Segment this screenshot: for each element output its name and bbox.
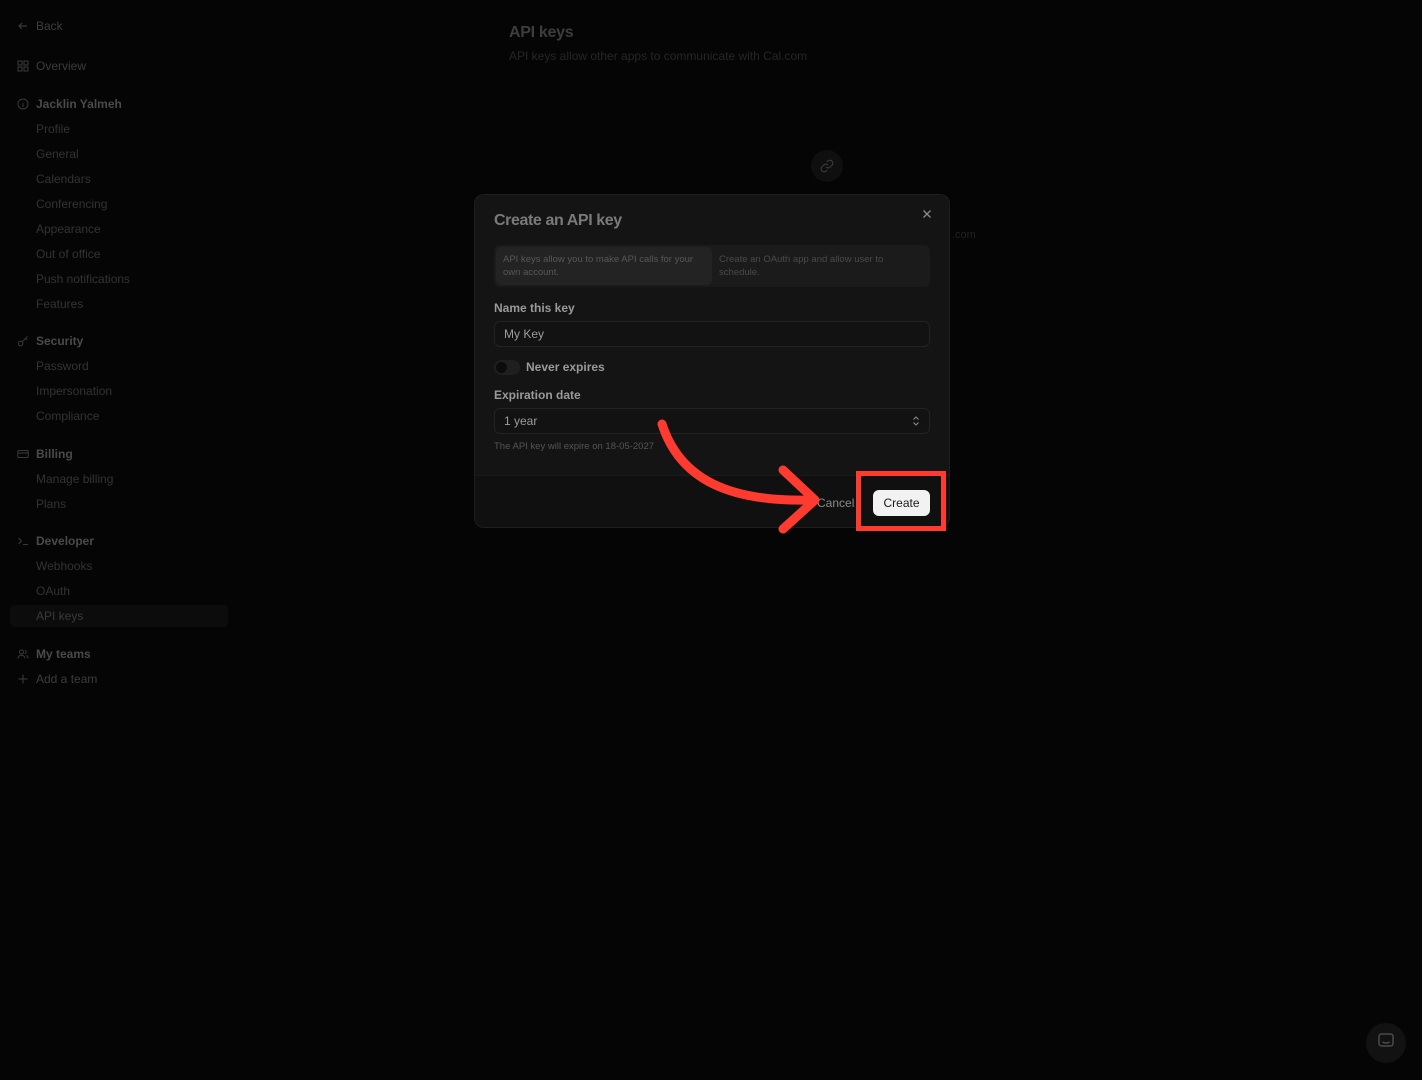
close-icon xyxy=(922,206,932,224)
teams-section[interactable]: My teams xyxy=(16,644,91,664)
sidebar-item-api-keys[interactable]: API keys xyxy=(36,606,83,626)
arrow-left-icon xyxy=(16,19,30,33)
billing-section[interactable]: Billing xyxy=(16,444,73,464)
plus-icon xyxy=(16,672,30,686)
user-section-label: Jacklin Yalmeh xyxy=(36,97,122,111)
back-label: Back xyxy=(36,19,63,33)
name-field-label: Name this key xyxy=(494,301,575,315)
sidebar-item-general[interactable]: General xyxy=(36,144,79,164)
security-section[interactable]: Security xyxy=(16,331,83,351)
user-section[interactable]: Jacklin Yalmeh xyxy=(16,94,122,114)
close-button[interactable] xyxy=(919,207,935,223)
page-title: API keys xyxy=(509,24,574,41)
info-circle-icon xyxy=(16,97,30,111)
sidebar-item-conferencing[interactable]: Conferencing xyxy=(36,194,107,214)
overview-label: Overview xyxy=(36,59,87,73)
overview-link[interactable]: Overview xyxy=(16,56,86,76)
tab-oauth-app[interactable]: Create an OAuth app and allow user to sc… xyxy=(712,247,928,285)
annotation-arrow-icon xyxy=(657,419,820,534)
expiration-field-label: Expiration date xyxy=(494,388,581,402)
settings-sidebar: Back Overview Jacklin Yalmeh Profile Gen… xyxy=(0,0,240,1080)
sidebar-item-appearance[interactable]: Appearance xyxy=(36,219,101,239)
link-icon xyxy=(811,150,843,182)
annotation-highlight xyxy=(856,471,946,531)
tab-api-key[interactable]: API keys allow you to make API calls for… xyxy=(496,247,712,285)
sidebar-item-oauth[interactable]: OAuth xyxy=(36,581,70,601)
sidebar-item-manage-billing[interactable]: Manage billing xyxy=(36,469,113,489)
developer-section[interactable]: Developer xyxy=(16,531,94,551)
grid-icon xyxy=(16,59,30,73)
sidebar-item-password[interactable]: Password xyxy=(36,356,89,376)
dialog-title: Create an API key xyxy=(494,212,622,229)
add-team-link[interactable]: Add a team xyxy=(16,669,97,689)
users-icon xyxy=(16,647,30,661)
toggle-knob xyxy=(496,362,507,373)
terminal-icon xyxy=(16,534,30,548)
sidebar-item-profile[interactable]: Profile xyxy=(36,119,70,139)
help-chat-button[interactable] xyxy=(1366,1023,1406,1063)
key-icon xyxy=(16,334,30,348)
add-team-label: Add a team xyxy=(36,672,98,686)
teams-section-label: My teams xyxy=(36,647,91,661)
security-section-label: Security xyxy=(36,334,84,348)
sidebar-item-compliance[interactable]: Compliance xyxy=(36,406,99,426)
expiration-hint: The API key will expire on 18-05-2027 xyxy=(494,441,655,452)
sidebar-item-push-notifications[interactable]: Push notifications xyxy=(36,269,130,289)
sidebar-item-out-of-office[interactable]: Out of office xyxy=(36,244,100,264)
empty-state-text: .com xyxy=(952,229,976,241)
sidebar-item-features[interactable]: Features xyxy=(36,294,83,314)
chat-icon xyxy=(1377,1032,1395,1055)
sidebar-item-calendars[interactable]: Calendars xyxy=(36,169,91,189)
never-expires-label: Never expires xyxy=(526,360,605,374)
expiration-selected-value: 1 year xyxy=(504,414,538,428)
chevron-up-down-icon xyxy=(912,415,920,428)
sidebar-item-webhooks[interactable]: Webhooks xyxy=(36,556,92,576)
back-link[interactable]: Back xyxy=(16,16,63,36)
developer-section-label: Developer xyxy=(36,534,95,548)
key-type-tabs: API keys allow you to make API calls for… xyxy=(494,245,930,287)
page-subtitle: API keys allow other apps to communicate… xyxy=(509,49,808,63)
sidebar-item-impersonation[interactable]: Impersonation xyxy=(36,381,112,401)
sidebar-item-plans[interactable]: Plans xyxy=(36,494,66,514)
credit-card-icon xyxy=(16,447,30,461)
never-expires-toggle[interactable] xyxy=(494,360,520,375)
key-name-input[interactable]: My Key xyxy=(494,321,930,347)
billing-section-label: Billing xyxy=(36,447,73,461)
